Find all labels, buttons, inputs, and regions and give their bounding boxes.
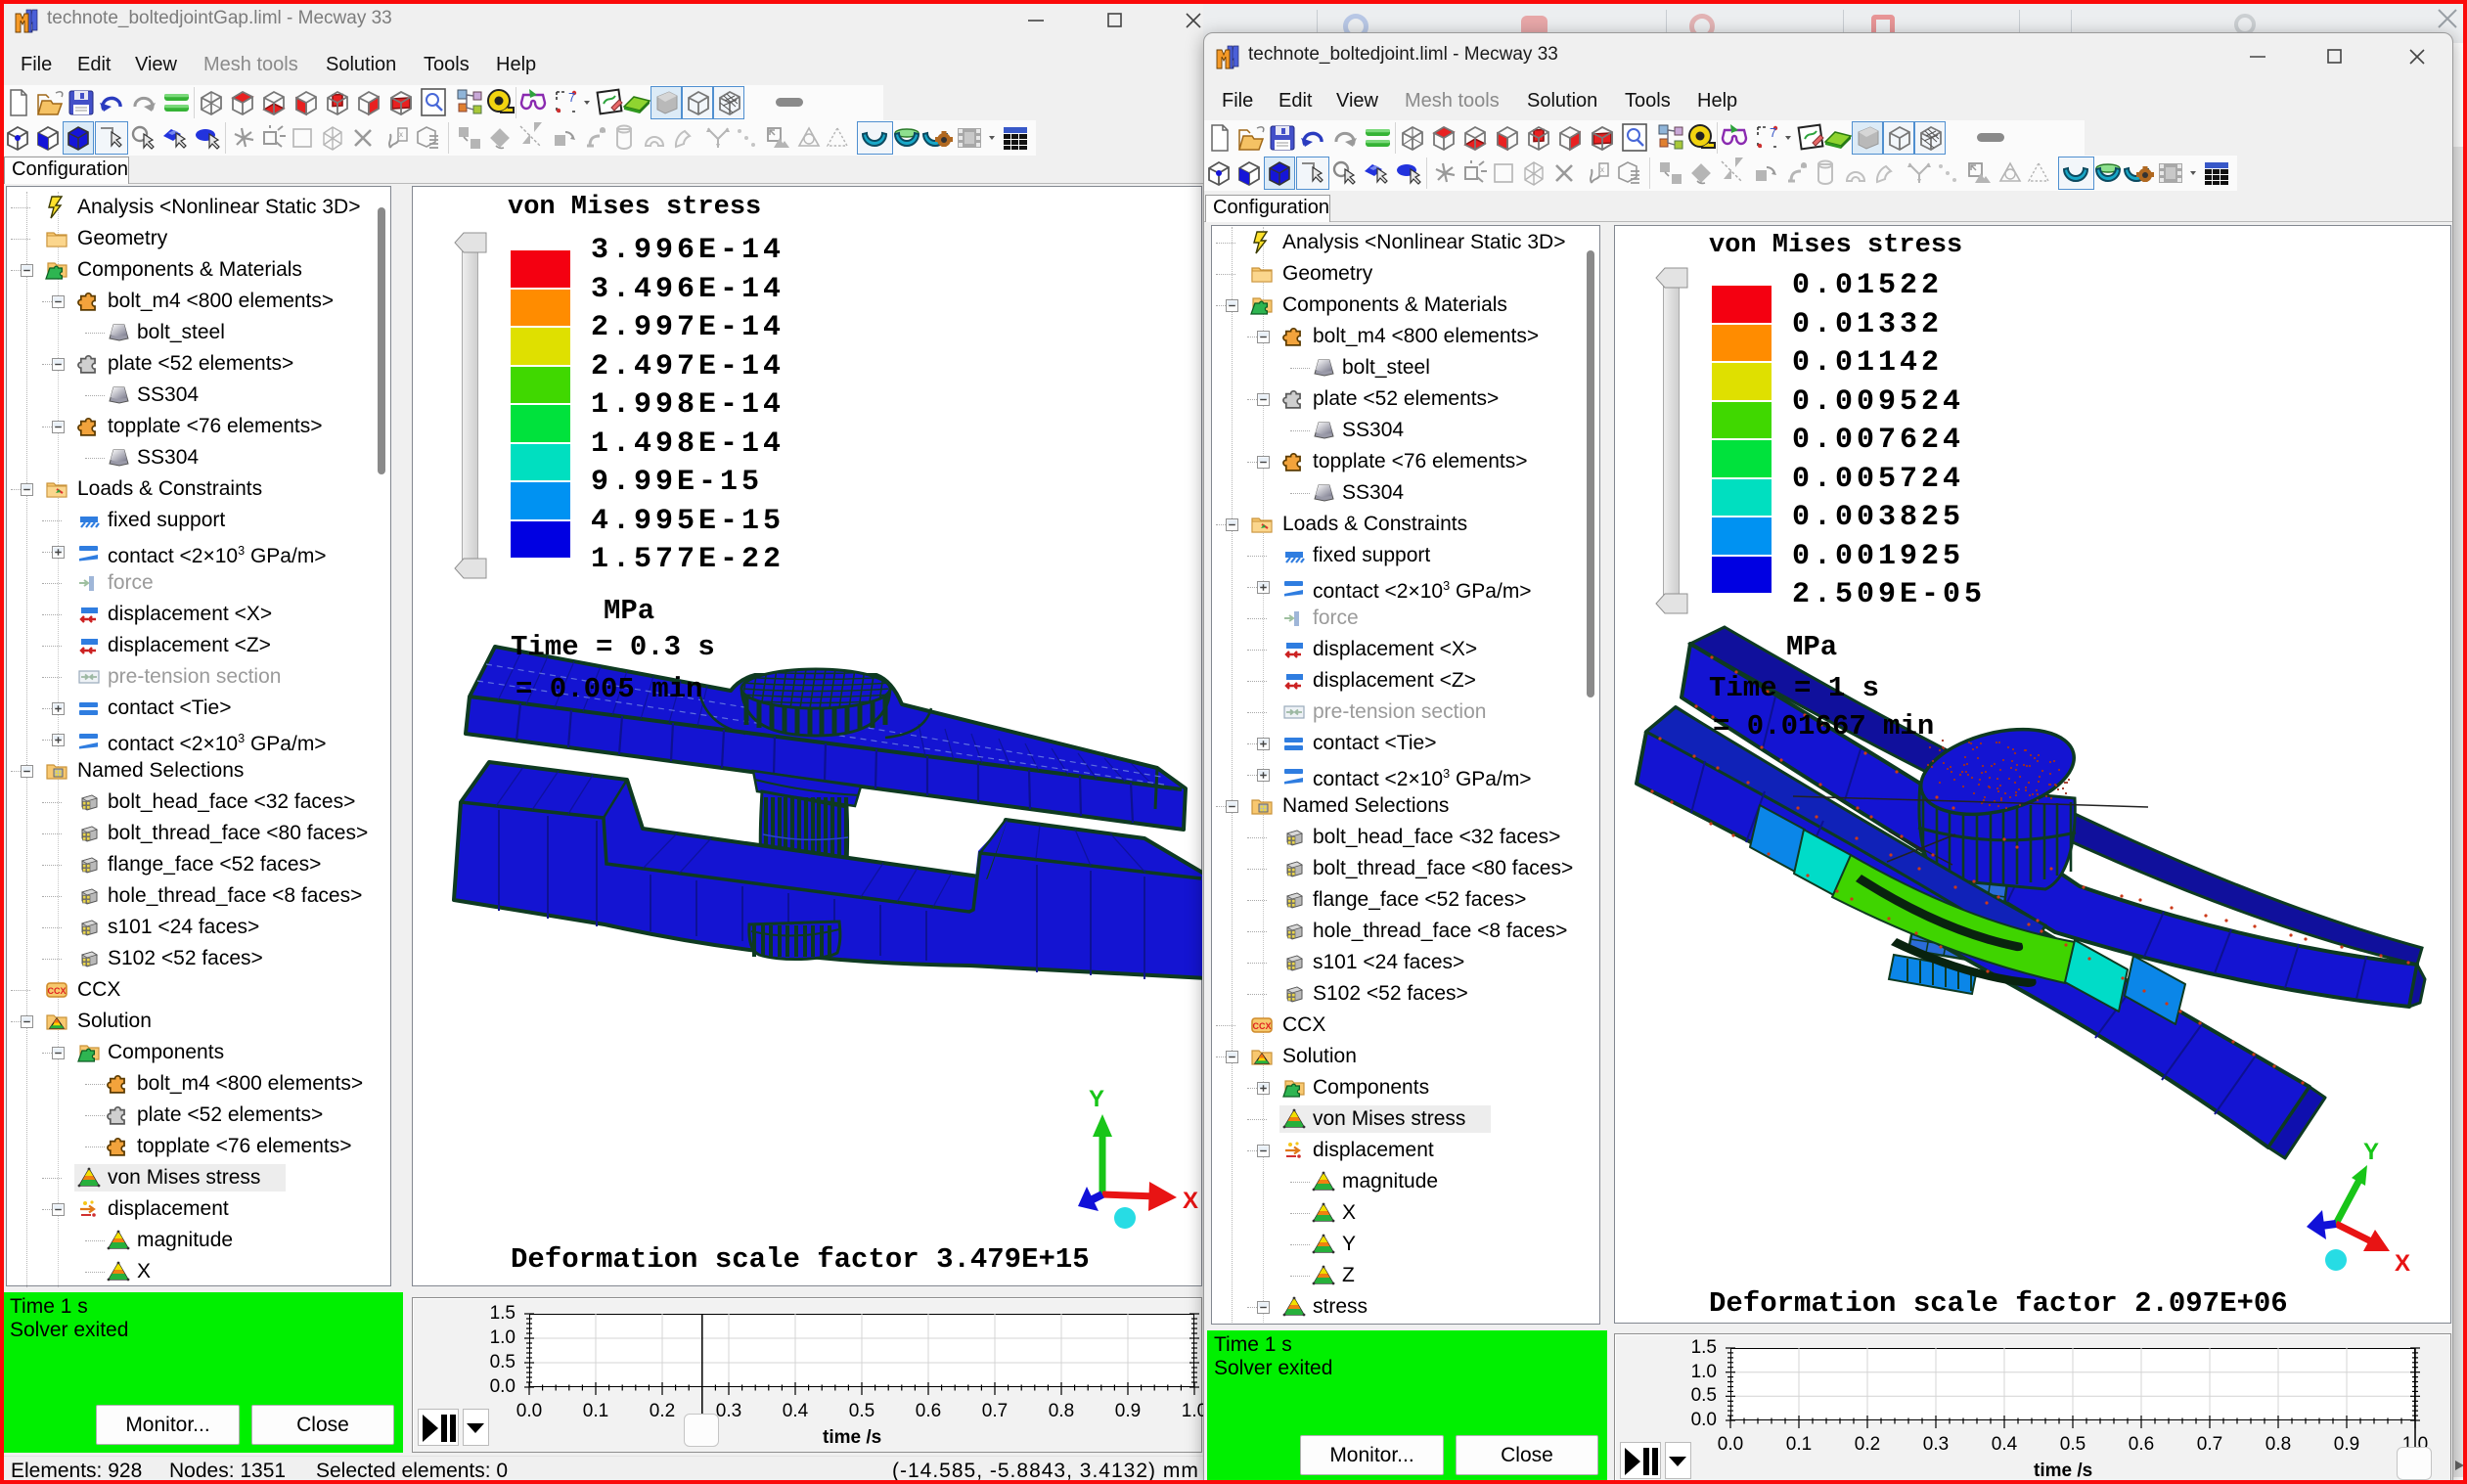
svg-text:x: x [399, 130, 403, 139]
svg-text:X: X [1183, 1188, 1198, 1214]
svg-text:CCX: CCX [1252, 1021, 1271, 1031]
svg-text:X: X [2395, 1250, 2410, 1277]
svg-text:7: 7 [1770, 125, 1776, 140]
svg-text:Y: Y [1089, 1086, 1104, 1112]
svg-text:Y: Y [2363, 1139, 2379, 1165]
svg-text:x: x [1600, 165, 1604, 174]
svg-text:CCX: CCX [47, 986, 66, 996]
svg-text:7: 7 [568, 90, 575, 105]
